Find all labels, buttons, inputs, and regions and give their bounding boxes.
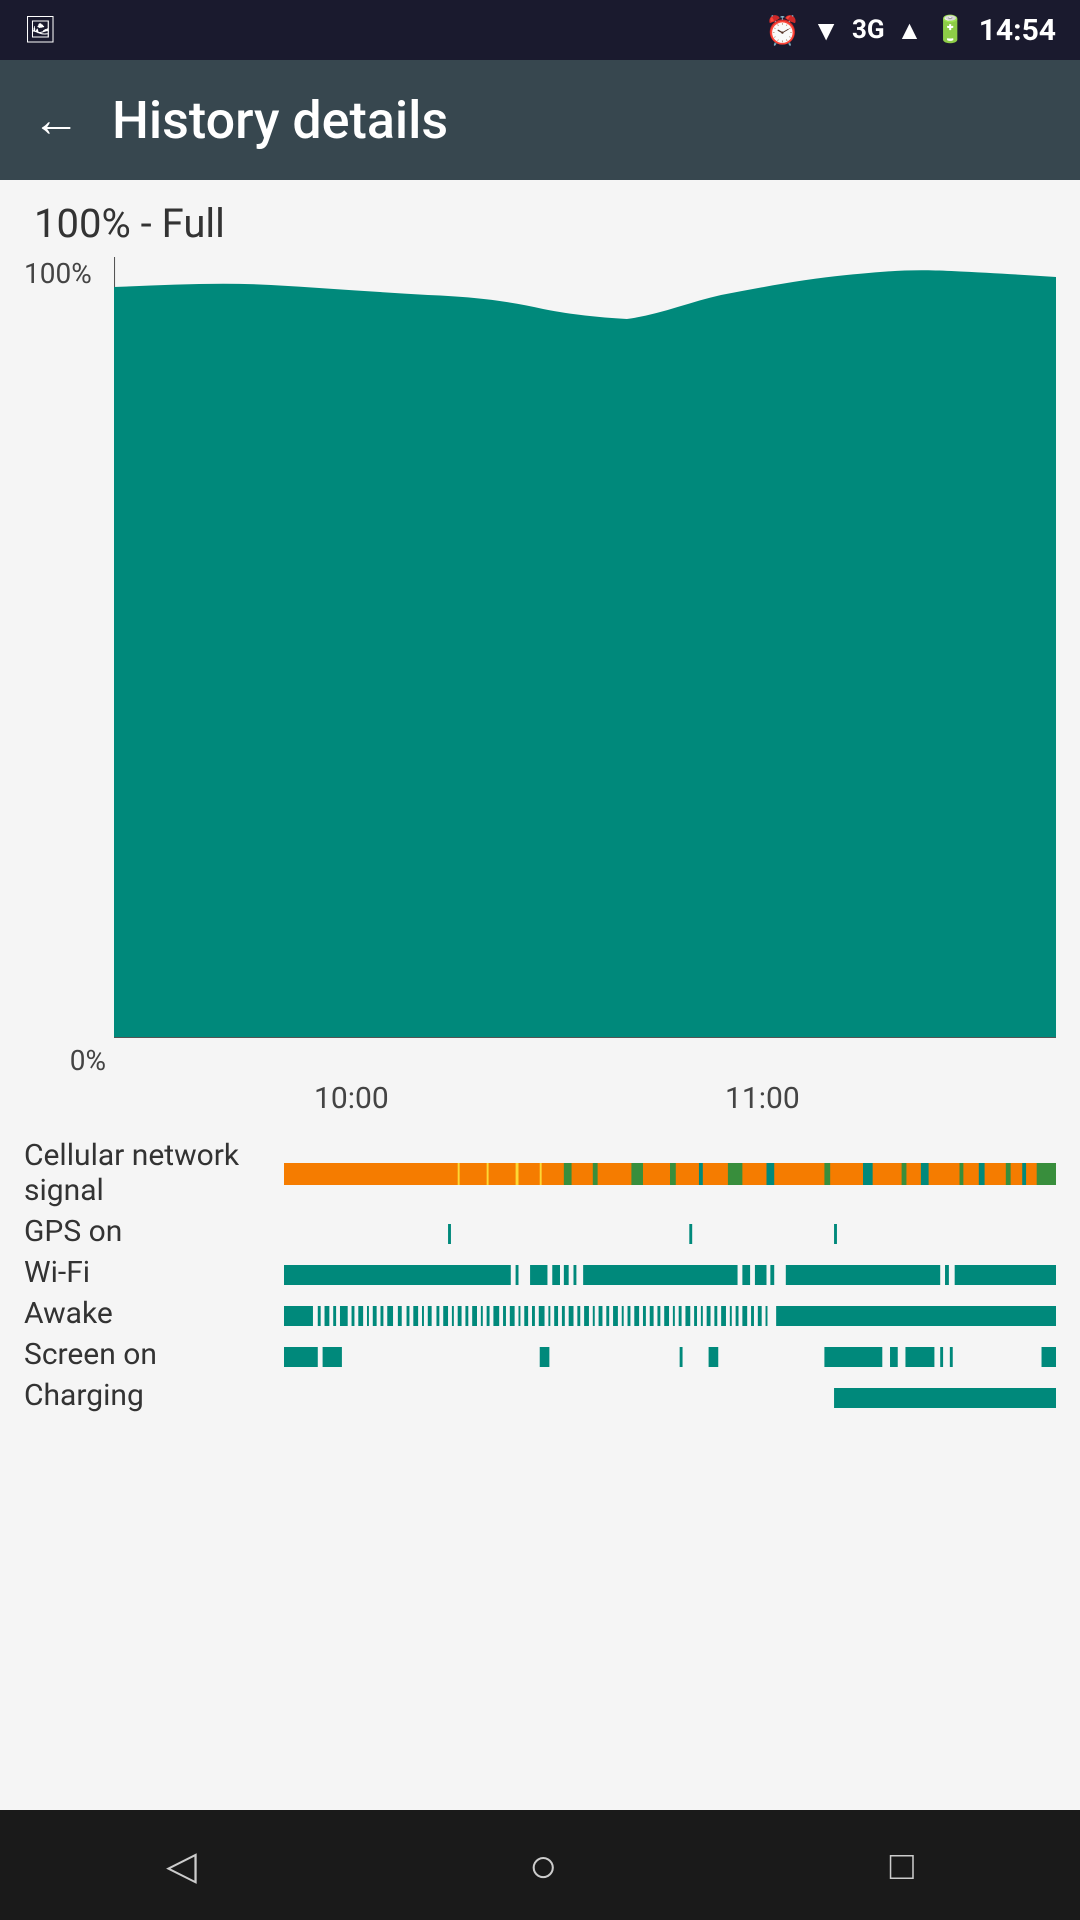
status-bar-left: 🖼 — [24, 15, 57, 45]
y-label-top: 100% — [24, 257, 92, 290]
network-label: 3G — [852, 15, 885, 45]
x-label-1100: 11:00 — [645, 1081, 1056, 1116]
back-button[interactable]: ← — [32, 96, 80, 144]
image-icon: 🖼 — [24, 15, 57, 45]
battery-status-text: 100% - Full — [24, 200, 1056, 247]
home-nav-button[interactable]: ○ — [529, 1837, 558, 1894]
timeline-section: Cellular network signal — [24, 1138, 1056, 1810]
back-nav-button[interactable]: ◁ — [166, 1842, 197, 1889]
y-axis: 100% 0% — [24, 257, 114, 1077]
gps-bar — [284, 1218, 1056, 1246]
recent-nav-button[interactable]: □ — [890, 1842, 914, 1889]
page-title: History details — [112, 90, 448, 151]
gps-label: GPS on — [24, 1214, 284, 1249]
awake-label: Awake — [24, 1296, 284, 1331]
timeline-row-wifi: Wi-Fi — [24, 1255, 1056, 1290]
timeline-row-gps: GPS on — [24, 1214, 1056, 1249]
signal-icon: ▲ — [897, 15, 923, 46]
battery-chart-svg — [114, 257, 1056, 1077]
status-bar-right: ⏰ ▼ 3G ▲ 🔋 14:54 — [765, 13, 1056, 48]
time-display: 14:54 — [979, 13, 1056, 48]
cellular-bar — [284, 1159, 1056, 1187]
x-label-1000: 10:00 — [114, 1081, 645, 1116]
y-label-bottom: 0% — [70, 1044, 106, 1077]
bottom-nav: ◁ ○ □ — [0, 1810, 1080, 1920]
timeline-row-charging: Charging — [24, 1378, 1056, 1413]
screen-bar — [284, 1341, 1056, 1369]
x-axis: 10:00 11:00 — [114, 1081, 1056, 1116]
charging-label: Charging — [24, 1378, 284, 1413]
alarm-icon: ⏰ — [765, 14, 800, 47]
wifi-icon: ▼ — [812, 14, 840, 47]
charging-bar — [284, 1382, 1056, 1410]
awake-bar — [284, 1300, 1056, 1328]
screen-label: Screen on — [24, 1337, 284, 1372]
cellular-label: Cellular network signal — [24, 1138, 284, 1208]
app-bar: ← History details — [0, 60, 1080, 180]
battery-icon: 🔋 — [934, 15, 966, 45]
wifi-label: Wi-Fi — [24, 1255, 284, 1290]
chart-container: 100% 0% — [24, 257, 1056, 1128]
main-content: 100% - Full 100% 0% — [0, 180, 1080, 1810]
chart-wrapper: 100% 0% — [24, 257, 1056, 1077]
timeline-row-cellular: Cellular network signal — [24, 1138, 1056, 1208]
status-bar: 🖼 ⏰ ▼ 3G ▲ 🔋 14:54 — [0, 0, 1080, 60]
timeline-row-awake: Awake — [24, 1296, 1056, 1331]
wifi-bar — [284, 1259, 1056, 1287]
chart-area — [114, 257, 1056, 1077]
timeline-row-screen: Screen on — [24, 1337, 1056, 1372]
